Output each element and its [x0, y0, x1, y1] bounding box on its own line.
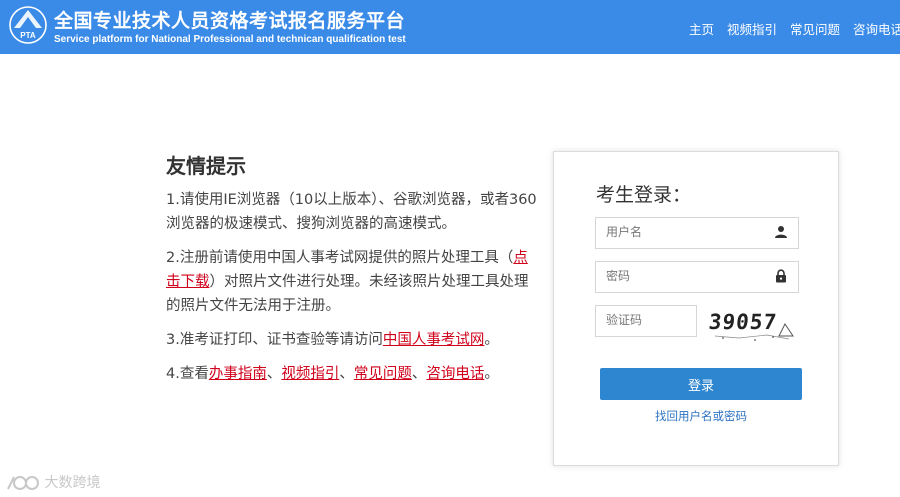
- watermark-logo-icon: [7, 476, 39, 490]
- tip-admission: 3.准考证打印、证书查验等请访问中国人事考试网。: [166, 328, 538, 352]
- password-input[interactable]: [596, 262, 766, 290]
- separator: 、: [266, 366, 282, 382]
- pta-logo-icon[interactable]: PTA: [8, 4, 48, 46]
- captcha-text: 39057: [709, 309, 778, 334]
- forgot-credentials-link[interactable]: 找回用户名或密码: [600, 408, 802, 424]
- video-guide-link[interactable]: 视频指引: [281, 366, 339, 382]
- login-title: 考生登录：: [596, 184, 692, 206]
- tips-title: 友情提示: [166, 154, 246, 178]
- watermark-text: 大数跨境: [44, 475, 101, 491]
- login-panel: 考生登录： 39057 登录 找回用户名或密码: [553, 151, 839, 466]
- nav-faq[interactable]: 常见问题: [790, 19, 840, 38]
- contact-link[interactable]: 咨询电话: [426, 366, 484, 382]
- watermark: 大数跨境: [6, 472, 100, 492]
- tip-photo-tool: 2.注册前请使用中国人事考试网提供的照片处理工具（点击下载）对照片文件进行处理。…: [166, 246, 538, 318]
- captcha-field: [595, 305, 697, 337]
- user-icon: [775, 226, 787, 238]
- username-field: [595, 217, 799, 249]
- tips-section: 友情提示 1.请使用IE浏览器（10以上版本）、谷歌浏览器，或者360浏览器的极…: [166, 150, 538, 396]
- guide-link[interactable]: 办事指南: [209, 366, 267, 382]
- captcha-input[interactable]: [596, 306, 696, 334]
- lock-icon: [776, 269, 786, 283]
- captcha-image[interactable]: 39057: [709, 302, 801, 342]
- header: PTA 全国专业技术人员资格考试报名服务平台 Service platform …: [0, 0, 900, 54]
- logo-text: PTA: [20, 31, 36, 40]
- site-title: 全国专业技术人员资格考试报名服务平台: [54, 10, 406, 32]
- top-nav: 主页 视频指引 常见问题 咨询电话: [689, 19, 900, 38]
- tip-links: 4.查看办事指南、视频指引、常见问题、咨询电话。: [166, 362, 538, 386]
- separator: 、: [339, 366, 354, 382]
- tip-photo-prefix: 2.注册前请使用中国人事考试网提供的照片处理工具（: [166, 250, 514, 266]
- password-field: [595, 261, 799, 293]
- tip-links-prefix: 4.查看: [166, 366, 209, 382]
- tip-admission-suffix: 。: [484, 332, 499, 348]
- nav-video-guide[interactable]: 视频指引: [727, 19, 777, 38]
- tip-admission-prefix: 3.准考证打印、证书查验等请访问: [166, 332, 383, 348]
- tip-links-suffix: 。: [484, 366, 499, 382]
- cpta-link[interactable]: 中国人事考试网: [383, 332, 485, 348]
- username-input[interactable]: [596, 218, 766, 246]
- nav-home[interactable]: 主页: [689, 19, 714, 38]
- faq-link[interactable]: 常见问题: [354, 366, 412, 382]
- separator: 、: [411, 366, 427, 382]
- login-button[interactable]: 登录: [600, 368, 802, 400]
- tip-browser-text: 1.请使用IE浏览器（10以上版本）、谷歌浏览器，或者360浏览器的极速模式、搜…: [166, 192, 537, 232]
- site-subtitle: Service platform for National Profession…: [54, 34, 406, 45]
- nav-contact[interactable]: 咨询电话: [853, 19, 900, 38]
- tip-photo-suffix: ）对照片文件进行处理。未经该照片处理工具处理的照片文件无法用于注册。: [166, 274, 529, 314]
- tip-browser: 1.请使用IE浏览器（10以上版本）、谷歌浏览器，或者360浏览器的极速模式、搜…: [166, 188, 538, 236]
